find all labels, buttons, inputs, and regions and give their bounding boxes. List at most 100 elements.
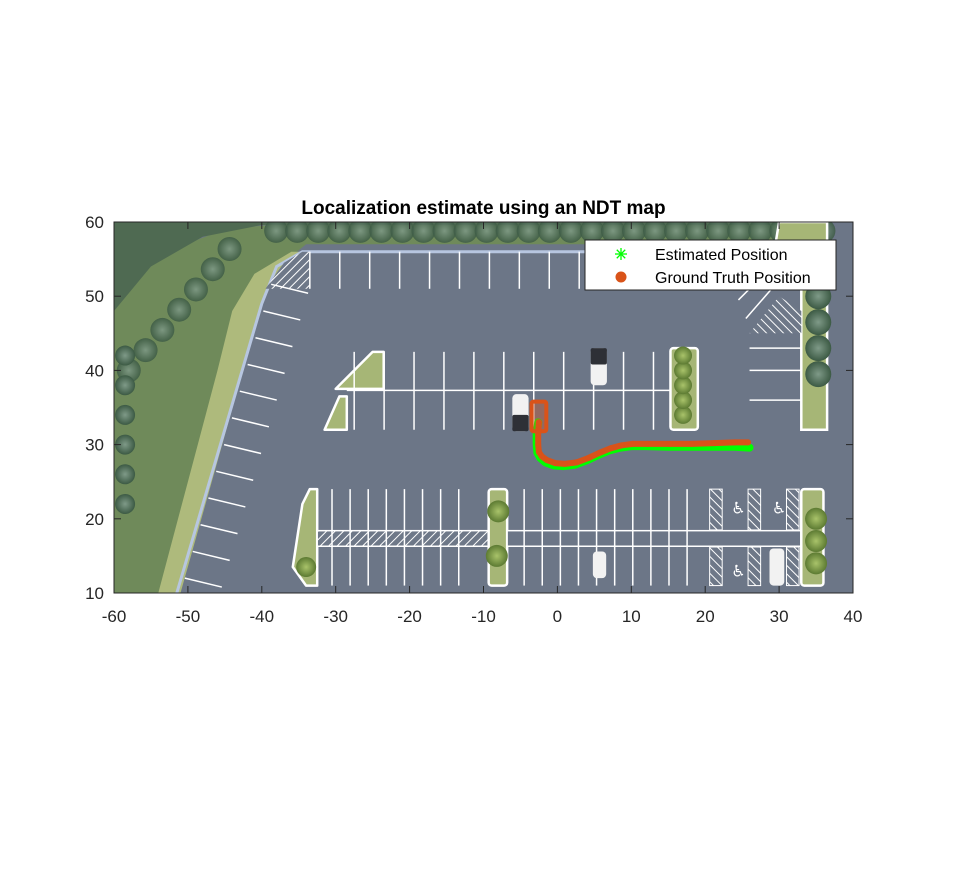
data-point-ground-truth bbox=[535, 441, 542, 448]
tree-canopy bbox=[411, 222, 436, 243]
data-point-ground-truth bbox=[644, 440, 651, 447]
tree-canopy bbox=[727, 222, 752, 243]
legend-label-estimated-position: Estimated Position bbox=[655, 247, 788, 264]
tree-canopy bbox=[390, 222, 415, 243]
hatched-zone bbox=[709, 546, 723, 587]
tree-canopy bbox=[115, 464, 136, 485]
tree bbox=[674, 346, 693, 365]
x-tick-label: 10 bbox=[622, 607, 641, 626]
data-point-ground-truth bbox=[745, 439, 752, 446]
accessible-parking-icon: ♿ bbox=[731, 562, 745, 581]
tree-canopy bbox=[453, 222, 478, 243]
tree-canopy bbox=[495, 222, 520, 243]
data-point-ground-truth bbox=[731, 439, 738, 446]
y-tick-label: 10 bbox=[85, 584, 104, 603]
data-point-ground-truth bbox=[535, 419, 542, 426]
x-tick-label: -40 bbox=[250, 607, 275, 626]
asterisk-marker-icon bbox=[615, 248, 627, 260]
hatched-walkway bbox=[316, 529, 490, 548]
tree-canopy bbox=[115, 345, 136, 366]
x-tick-label: 20 bbox=[696, 607, 715, 626]
x-tick-label: -60 bbox=[102, 607, 127, 626]
parked-car bbox=[512, 414, 529, 432]
tree-canopy bbox=[264, 222, 289, 243]
hatched-zone bbox=[785, 488, 800, 531]
y-tick-label: 50 bbox=[85, 287, 104, 306]
tree-canopy bbox=[167, 297, 192, 322]
data-point-ground-truth bbox=[538, 453, 545, 460]
tree-canopy bbox=[516, 222, 541, 243]
tree-canopy bbox=[183, 277, 208, 302]
data-point-ground-truth bbox=[585, 454, 592, 461]
tree bbox=[805, 507, 828, 530]
legend[interactable]: Estimated Position Ground Truth Position bbox=[584, 239, 837, 291]
tree-canopy bbox=[432, 222, 457, 243]
data-point-ground-truth bbox=[561, 460, 568, 467]
tree bbox=[805, 361, 832, 388]
data-point-ground-truth bbox=[535, 430, 542, 437]
data-point-ground-truth bbox=[607, 445, 614, 452]
tree-canopy bbox=[664, 222, 689, 243]
x-tick-label: 0 bbox=[553, 607, 562, 626]
y-tick-label: 40 bbox=[85, 361, 104, 380]
y-tick-label: 30 bbox=[85, 436, 104, 455]
tree bbox=[805, 309, 832, 336]
x-tick-label: -10 bbox=[471, 607, 496, 626]
data-point-ground-truth bbox=[596, 449, 603, 456]
hatched-zone bbox=[785, 546, 800, 587]
y-tick-label: 60 bbox=[85, 213, 104, 232]
tree bbox=[805, 335, 832, 362]
tree-canopy bbox=[579, 222, 604, 243]
tree-canopy bbox=[327, 222, 352, 243]
tree-canopy bbox=[150, 317, 175, 342]
tree-canopy bbox=[115, 493, 136, 514]
tree-canopy bbox=[621, 222, 646, 243]
x-tick-label: -30 bbox=[323, 607, 348, 626]
tree bbox=[805, 552, 828, 575]
accessible-parking-icon: ♿ bbox=[731, 499, 745, 518]
data-point-ground-truth bbox=[688, 440, 695, 447]
x-tick-label: 40 bbox=[844, 607, 863, 626]
tree-canopy bbox=[643, 222, 668, 243]
data-point-ground-truth bbox=[711, 440, 718, 447]
legend-label-ground-truth-position: Ground Truth Position bbox=[655, 270, 811, 287]
tree bbox=[296, 557, 317, 578]
tree-canopy bbox=[115, 375, 136, 396]
tree-canopy bbox=[706, 222, 731, 243]
data-point-ground-truth bbox=[573, 459, 580, 466]
tree-canopy bbox=[348, 222, 373, 243]
filled-circle-marker-icon bbox=[615, 271, 627, 283]
tree-canopy bbox=[537, 222, 562, 243]
tree bbox=[805, 530, 828, 553]
x-tick-label: -50 bbox=[176, 607, 201, 626]
tree-canopy bbox=[133, 338, 158, 363]
x-tick-label: -20 bbox=[397, 607, 422, 626]
data-point-ground-truth bbox=[666, 440, 673, 447]
tree bbox=[487, 500, 510, 523]
tree-canopy bbox=[200, 257, 225, 282]
tree-canopy bbox=[306, 222, 331, 243]
tree-canopy bbox=[115, 404, 136, 425]
tree-canopy bbox=[474, 222, 499, 243]
tree-canopy bbox=[285, 222, 310, 243]
tree-canopy bbox=[600, 222, 625, 243]
data-point-ground-truth bbox=[552, 460, 559, 467]
accessible-parking-icon: ♿ bbox=[772, 499, 786, 518]
hatched-zone bbox=[747, 488, 762, 531]
tree-canopy bbox=[558, 222, 583, 243]
tree-canopy bbox=[748, 222, 773, 243]
figure: ♿ ♿ ♿ -60 -50 -40 -30 -20 -10 0 10 20 30 40 10 20 30 40 5… bbox=[85, 198, 863, 626]
hatched-zone bbox=[747, 546, 762, 587]
tree-canopy bbox=[217, 236, 242, 261]
data-point-ground-truth bbox=[618, 442, 625, 449]
walkway bbox=[506, 529, 803, 548]
x-tick-label: 30 bbox=[770, 607, 789, 626]
parked-car bbox=[590, 348, 607, 365]
parked-car bbox=[769, 548, 785, 586]
data-point-ground-truth bbox=[544, 457, 551, 464]
hatched-zone bbox=[709, 488, 723, 531]
parked-car bbox=[592, 551, 607, 579]
chart-title: Localization estimate using an NDT map bbox=[301, 198, 665, 219]
y-tick-label: 20 bbox=[85, 510, 104, 529]
tree bbox=[485, 544, 508, 567]
